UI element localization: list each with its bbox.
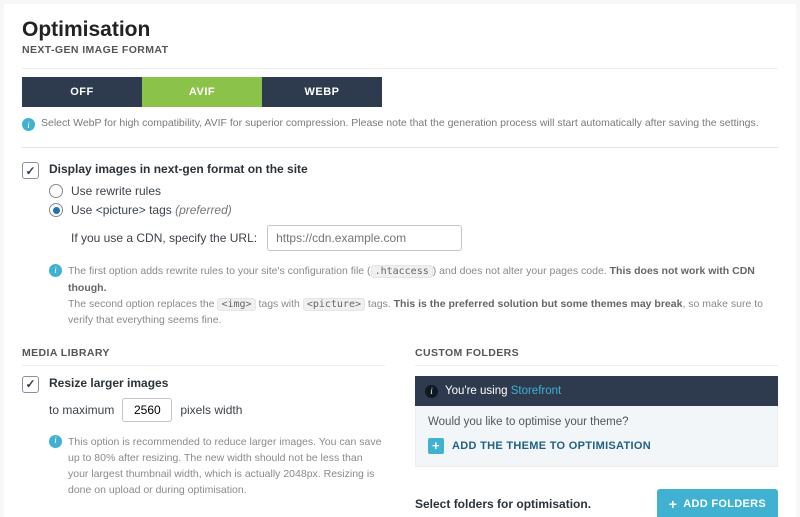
checkbox-resize[interactable]: [22, 376, 39, 393]
resize-to-max: to maximum: [49, 403, 114, 417]
tab-off[interactable]: OFF: [22, 77, 142, 107]
checkbox-display-nextgen[interactable]: [22, 162, 39, 179]
plus-icon: +: [428, 438, 444, 454]
banner-text: You're using Storefront: [445, 385, 561, 397]
tab-avif[interactable]: AVIF: [142, 77, 262, 107]
radio-rewrite-label: Use rewrite rules: [71, 184, 161, 198]
plus-icon: +: [669, 496, 677, 512]
section-label-format: NEXT-GEN IMAGE FORMAT: [22, 44, 778, 56]
format-segmented: OFF AVIF WEBP: [22, 77, 778, 107]
radio-picture-label: Use <picture> tags (preferred): [71, 203, 232, 217]
divider: [22, 68, 778, 69]
divider: [22, 147, 778, 148]
info-icon: i: [22, 118, 35, 131]
cdn-label: If you use a CDN, specify the URL:: [71, 231, 257, 245]
section-custom-folders: CUSTOM FOLDERS: [415, 347, 778, 366]
section-media-library: MEDIA LIBRARY: [22, 347, 385, 366]
resize-width-input[interactable]: [122, 398, 172, 422]
select-folders-label: Select folders for optimisation.: [415, 497, 591, 511]
radio-picture-row[interactable]: Use <picture> tags (preferred): [49, 203, 778, 217]
format-hint: Select WebP for high compatibility, AVIF…: [41, 117, 759, 129]
resize-px-width: pixels width: [180, 403, 242, 417]
radio-rewrite[interactable]: [49, 184, 63, 198]
info-icon: i: [425, 385, 438, 398]
info-icon: i: [49, 264, 62, 277]
radio-picture[interactable]: [49, 203, 63, 217]
add-theme-button[interactable]: + ADD THE THEME TO OPTIMISATION: [428, 438, 651, 454]
display-title: Display images in next-gen format on the…: [49, 162, 778, 176]
display-hint: The first option adds rewrite rules to y…: [68, 263, 778, 329]
theme-question: Would you like to optimise your theme?: [428, 416, 765, 428]
tab-webp[interactable]: WEBP: [262, 77, 382, 107]
resize-title: Resize larger images: [49, 376, 385, 390]
radio-rewrite-row[interactable]: Use rewrite rules: [49, 184, 778, 198]
info-icon: i: [49, 435, 62, 448]
cdn-url-input[interactable]: [267, 225, 462, 251]
add-folders-button[interactable]: + ADD FOLDERS: [657, 489, 778, 517]
theme-banner: i You're using Storefront: [415, 376, 778, 406]
resize-hint: This option is recommended to reduce lar…: [68, 434, 385, 499]
page-title: Optimisation: [22, 18, 778, 42]
